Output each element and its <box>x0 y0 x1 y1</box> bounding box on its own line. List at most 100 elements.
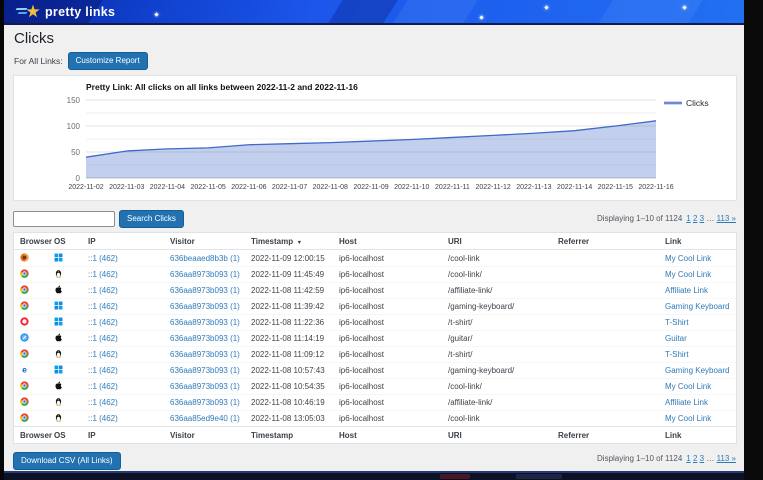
page-link-3[interactable]: 3 <box>700 454 704 463</box>
page-link-2[interactable]: 2 <box>693 454 697 463</box>
visitor-link[interactable]: 636aa8973b093 (1) <box>170 350 251 359</box>
ip-link[interactable]: ::1 (462) <box>88 318 170 327</box>
firefox-icon <box>20 253 29 262</box>
last-page-link[interactable]: 113 » <box>717 214 736 223</box>
customize-report-button[interactable]: Customize Report <box>68 52 148 70</box>
apple-icon <box>54 381 63 390</box>
page-title: Clicks <box>14 30 54 47</box>
column-header-ip[interactable]: IP <box>88 431 170 440</box>
ip-link[interactable]: ::1 (462) <box>88 350 170 359</box>
svg-text:2022-11-09: 2022-11-09 <box>353 184 388 191</box>
ip-link[interactable]: ::1 (462) <box>88 254 170 263</box>
chrome-icon <box>20 285 29 294</box>
visitor-link[interactable]: 636aa8973b093 (1) <box>170 382 251 391</box>
visitor-link[interactable]: 636beaaed8b3b (1) <box>170 254 251 263</box>
pagination-ellipsis: … <box>706 454 714 463</box>
ip-link[interactable]: ::1 (462) <box>88 414 170 423</box>
column-header-referrer[interactable]: Referrer <box>558 431 665 440</box>
pretty-link[interactable]: Gaming Keyboard <box>665 302 736 311</box>
table-row: ::1 (462)636aa8973b093 (1)2022-11-08 11:… <box>14 346 736 362</box>
visitor-link[interactable]: 636aa8973b093 (1) <box>170 398 251 407</box>
column-header-os[interactable]: OS <box>54 237 88 246</box>
visitor-link[interactable]: 636aa8973b093 (1) <box>170 270 251 279</box>
ip-link[interactable]: ::1 (462) <box>88 270 170 279</box>
ip-link[interactable]: ::1 (462) <box>88 366 170 375</box>
pretty-link[interactable]: My Cool Link <box>665 414 736 423</box>
visitor-link[interactable]: 636aa8973b093 (1) <box>170 334 251 343</box>
pretty-link[interactable]: Affiliate Link <box>665 286 736 295</box>
pretty-links-logo[interactable]: pretty links <box>16 3 115 20</box>
table-row: ::1 (462)636aa8973b093 (1)2022-11-08 11:… <box>14 298 736 314</box>
table-row: ::1 (462)636aa85ed9e40 (1)2022-11-08 13:… <box>14 410 736 426</box>
column-header-host[interactable]: Host <box>339 431 448 440</box>
column-header-timestamp[interactable]: Timestamp <box>251 431 339 440</box>
apple-icon <box>54 285 63 294</box>
pretty-link[interactable]: My Cool Link <box>665 254 736 263</box>
host-cell: ip6-localhost <box>339 398 448 407</box>
search-clicks-button[interactable]: Search Clicks <box>119 210 184 228</box>
pretty-link[interactable]: Gaming Keyboard <box>665 366 736 375</box>
ip-link[interactable]: ::1 (462) <box>88 286 170 295</box>
page-link-2[interactable]: 2 <box>693 214 697 223</box>
column-header-browser[interactable]: Browser <box>20 237 54 246</box>
column-header-uri[interactable]: URI <box>448 431 558 440</box>
uri-cell: /affiliate-link/ <box>448 398 558 407</box>
column-header-visitor[interactable]: Visitor <box>170 431 251 440</box>
linux-icon <box>54 413 63 422</box>
visitor-link[interactable]: 636aa85ed9e40 (1) <box>170 414 251 423</box>
firefox-cell <box>20 253 54 264</box>
visitor-link[interactable]: 636aa8973b093 (1) <box>170 286 251 295</box>
pagination-summary: Displaying 1–10 of 1124 <box>597 214 682 223</box>
column-header-link[interactable]: Link <box>665 431 736 440</box>
column-header-uri[interactable]: URI <box>448 237 558 246</box>
ip-link[interactable]: ::1 (462) <box>88 382 170 391</box>
search-input[interactable] <box>13 211 115 227</box>
chrome-cell <box>20 397 54 408</box>
column-header-ip[interactable]: IP <box>88 237 170 246</box>
svg-text:2022-11-02: 2022-11-02 <box>68 184 103 191</box>
header-divider <box>4 23 744 25</box>
pretty-link[interactable]: My Cool Link <box>665 270 736 279</box>
visitor-link[interactable]: 636aa8973b093 (1) <box>170 302 251 311</box>
table-body: ::1 (462)636beaaed8b3b (1)2022-11-09 12:… <box>14 250 736 426</box>
clicks-chart-card: Pretty Link: All clicks on all links bet… <box>13 75 737 201</box>
sparkle-icon <box>544 5 548 9</box>
page-link-1[interactable]: 1 <box>686 214 690 223</box>
pretty-link[interactable]: T-Shirt <box>665 318 736 327</box>
linux-cell <box>54 269 88 280</box>
column-header-os[interactable]: OS <box>54 431 88 440</box>
timestamp-cell: 2022-11-08 13:05:03 <box>251 414 339 423</box>
ip-link[interactable]: ::1 (462) <box>88 398 170 407</box>
table-row: ::1 (462)636aa8973b093 (1)2022-11-08 11:… <box>14 314 736 330</box>
column-header-referrer[interactable]: Referrer <box>558 237 665 246</box>
page-link-3[interactable]: 3 <box>700 214 704 223</box>
table-row: e::1 (462)636aa8973b093 (1)2022-11-08 10… <box>14 362 736 378</box>
ip-link[interactable]: ::1 (462) <box>88 334 170 343</box>
visitor-link[interactable]: 636aa8973b093 (1) <box>170 318 251 327</box>
column-header-host[interactable]: Host <box>339 237 448 246</box>
ip-link[interactable]: ::1 (462) <box>88 302 170 311</box>
column-header-timestamp[interactable]: Timestamp ▼ <box>251 237 339 246</box>
opera-icon <box>20 317 29 326</box>
host-cell: ip6-localhost <box>339 366 448 375</box>
column-header-link[interactable]: Link <box>665 237 736 246</box>
pretty-link[interactable]: Guitar <box>665 334 736 343</box>
svg-text:2022-11-15: 2022-11-15 <box>598 184 633 191</box>
download-csv-button[interactable]: Download CSV (All Links) <box>13 452 121 470</box>
pretty-link[interactable]: T-Shirt <box>665 350 736 359</box>
pagination-top: Displaying 1–10 of 1124 1 2 3 … 113 » <box>597 214 736 223</box>
host-cell: ip6-localhost <box>339 334 448 343</box>
column-header-visitor[interactable]: Visitor <box>170 237 251 246</box>
pretty-link[interactable]: Affiliate Link <box>665 398 736 407</box>
svg-text:2022-11-13: 2022-11-13 <box>516 184 551 191</box>
apple-icon <box>54 333 63 342</box>
host-cell: ip6-localhost <box>339 286 448 295</box>
last-page-link[interactable]: 113 » <box>717 454 736 463</box>
chrome-icon <box>20 349 29 358</box>
column-header-browser[interactable]: Browser <box>20 431 54 440</box>
pretty-link[interactable]: My Cool Link <box>665 382 736 391</box>
visitor-link[interactable]: 636aa8973b093 (1) <box>170 366 251 375</box>
linux-icon <box>54 349 63 358</box>
brand-name: pretty links <box>45 5 115 19</box>
page-link-1[interactable]: 1 <box>686 454 690 463</box>
